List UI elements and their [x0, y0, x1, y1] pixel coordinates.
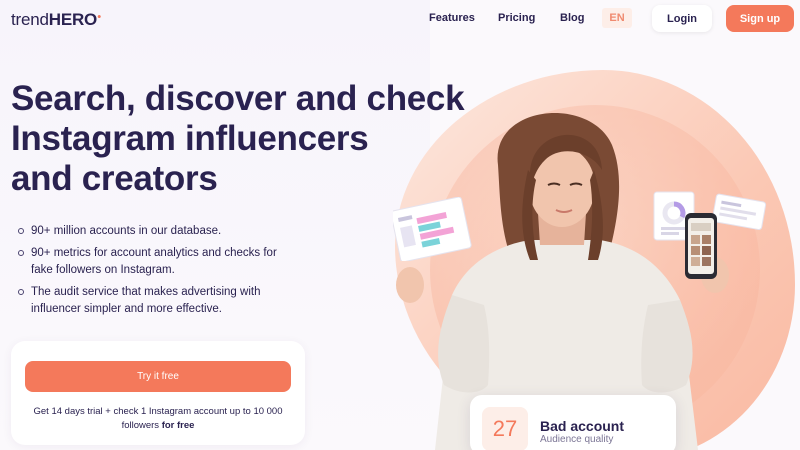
profile-card-icon [712, 193, 767, 230]
cta-note: Get 14 days trial + check 1 Instagram ac… [21, 405, 295, 433]
cta-note-text: Get 14 days trial + check 1 Instagram ac… [33, 406, 283, 431]
signup-button[interactable]: Sign up [726, 5, 794, 32]
bullet-icon [18, 289, 24, 295]
language-selector[interactable]: EN [602, 8, 632, 28]
feature-list: 90+ million accounts in our database. 90… [18, 223, 278, 323]
cta-note-bold: for free [161, 420, 195, 431]
logo[interactable]: trendHERO● [11, 10, 101, 30]
feature-text: 90+ million accounts in our database. [31, 225, 222, 237]
analytics-card-icon [393, 197, 472, 261]
feature-text: The audit service that makes advertising… [31, 286, 261, 315]
headline-line-2: Instagram influencers [11, 119, 369, 158]
try-free-button[interactable]: Try it free [25, 361, 291, 392]
nav-pricing[interactable]: Pricing [498, 12, 535, 24]
bad-account-value: 27 [482, 407, 528, 450]
nav-features[interactable]: Features [429, 12, 475, 24]
bullet-icon [18, 228, 24, 234]
headline-line-3: and creators [11, 159, 218, 198]
phone-icon [685, 213, 717, 279]
logo-dot-icon: ● [97, 13, 102, 21]
logo-text-light: trend [11, 10, 49, 29]
feature-item: 90+ metrics for account analytics and ch… [18, 245, 278, 279]
nav-blog[interactable]: Blog [560, 12, 584, 24]
feature-text: 90+ metrics for account analytics and ch… [31, 247, 277, 276]
login-button[interactable]: Login [652, 5, 712, 32]
bad-account-subtitle: Audience quality [540, 434, 614, 445]
feature-item: The audit service that makes advertising… [18, 284, 278, 318]
bad-account-card: 27 Bad account Audience quality [470, 395, 676, 450]
bullet-icon [18, 250, 24, 256]
feature-item: 90+ million accounts in our database. [18, 223, 278, 240]
bad-account-title: Bad account [540, 418, 625, 434]
cta-card: Try it free Get 14 days trial + check 1 … [11, 341, 305, 445]
logo-text-bold: HERO [48, 10, 98, 29]
